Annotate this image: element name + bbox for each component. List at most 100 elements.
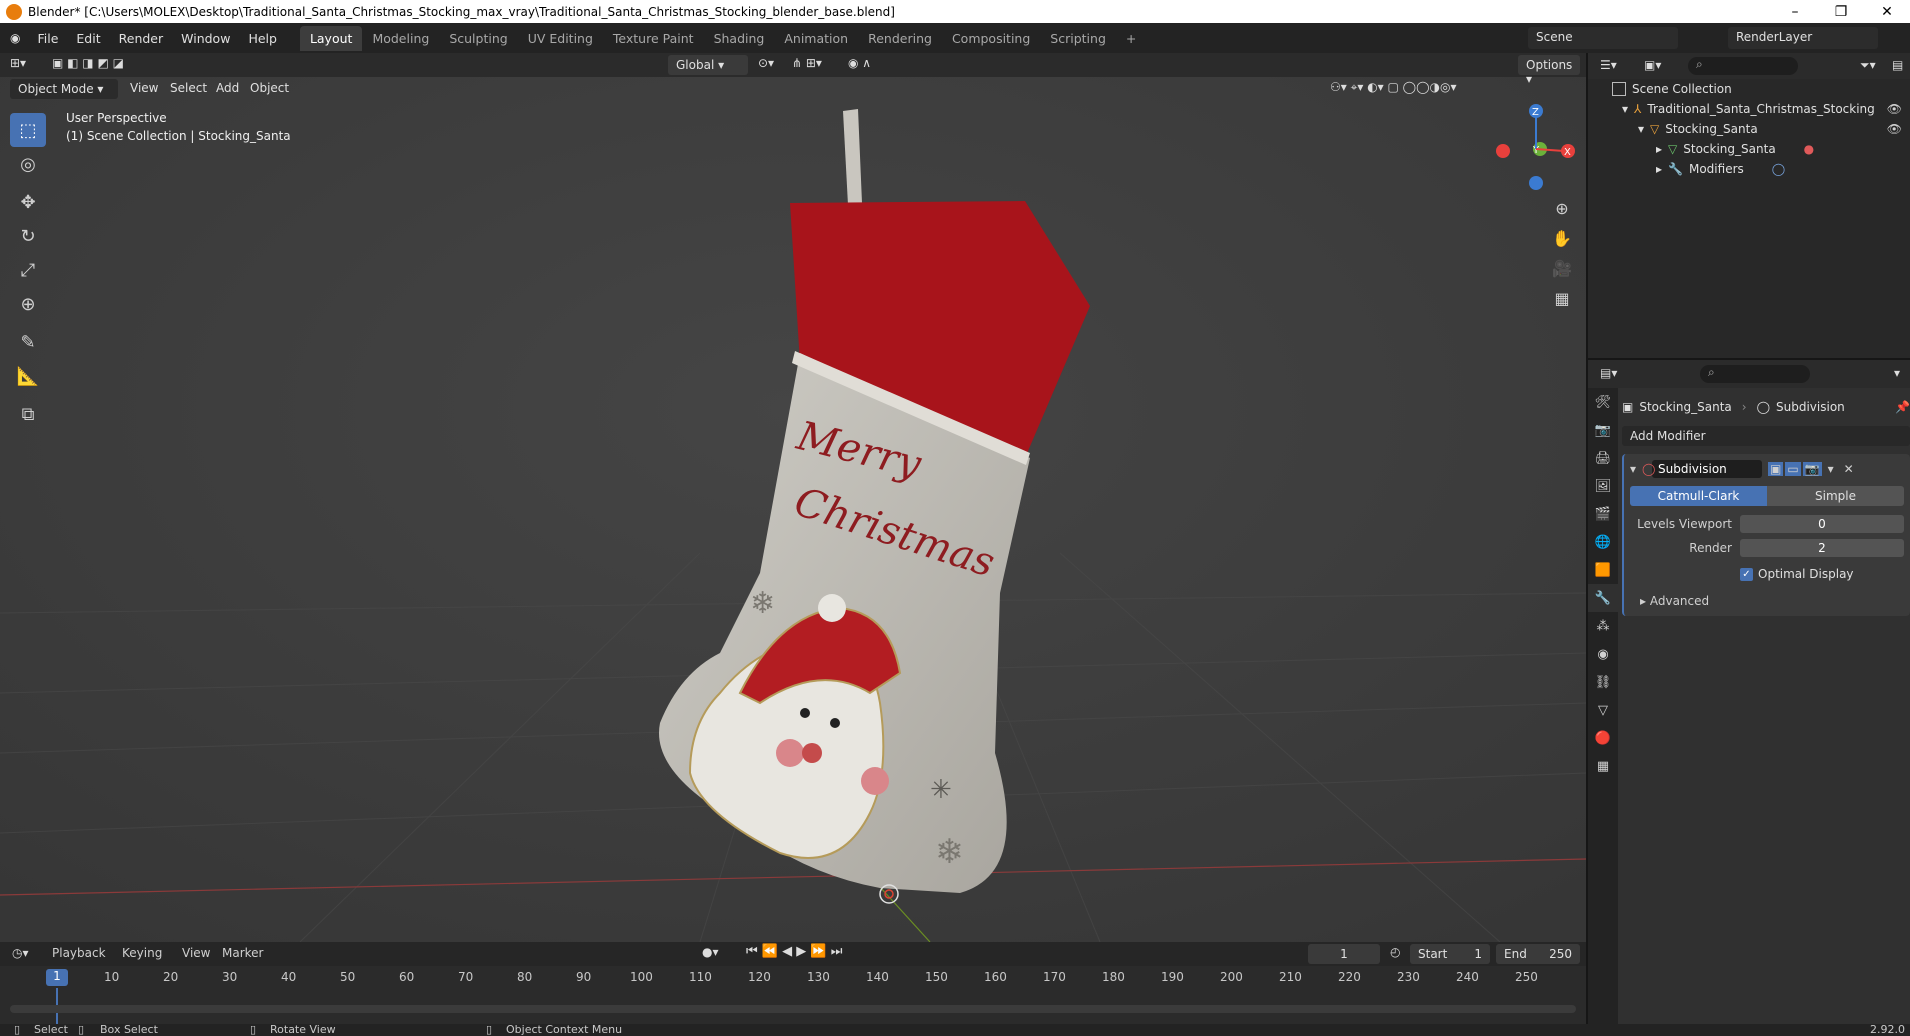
viewport-menu-select[interactable]: Select bbox=[170, 81, 207, 95]
modifier-menu-icon[interactable]: ▾ bbox=[1828, 462, 1834, 476]
menu-edit[interactable]: Edit bbox=[67, 31, 109, 46]
visibility-eye-icon[interactable]: 👁 bbox=[1887, 102, 1902, 116]
viewport-menu-add[interactable]: Add bbox=[216, 81, 239, 95]
blender-menu-icon[interactable]: ◉ bbox=[10, 31, 20, 45]
optimal-display-checkbox[interactable]: ✓ bbox=[1740, 567, 1753, 581]
properties-options-icon[interactable]: ▾ bbox=[1894, 366, 1900, 380]
new-collection-icon[interactable]: ▤ bbox=[1892, 58, 1903, 72]
properties-editor-type-icon[interactable]: ▤▾ bbox=[1600, 366, 1617, 380]
scale-tool-icon[interactable]: ⤢ bbox=[10, 253, 46, 287]
constraints-tab-icon[interactable]: ⛓ bbox=[1588, 668, 1618, 696]
view-layer-tab-icon[interactable]: 🖼 bbox=[1588, 472, 1618, 500]
minimize-icon[interactable]: – bbox=[1772, 0, 1818, 23]
particles-tab-icon[interactable]: ⁂ bbox=[1588, 612, 1618, 640]
timeline-scrollbar[interactable] bbox=[10, 1005, 1576, 1013]
expand-arrow-icon[interactable]: ▾ bbox=[1638, 122, 1644, 136]
visibility-eye-icon[interactable]: 👁 bbox=[1887, 122, 1902, 136]
outliner-search-input[interactable]: ⌕ bbox=[1688, 57, 1798, 75]
tool-tab-icon[interactable]: 🛠 bbox=[1588, 388, 1618, 416]
timeline-menu-keying[interactable]: Keying bbox=[122, 946, 162, 960]
proportional-edit-icon[interactable]: ◉ ∧ bbox=[848, 56, 871, 70]
3d-viewport[interactable]: Merry Christmas ❄ ✳ ❄ Z Y X ⊞▾ ▣ ◧ ◨ ◩ ◪… bbox=[0, 53, 1586, 942]
ortho-grid-icon[interactable]: ▦ bbox=[1548, 283, 1576, 313]
outliner-row-collection[interactable]: ▾ ⅄ Traditional_Santa_Christmas_Stocking… bbox=[1588, 99, 1910, 119]
render-levels-field[interactable]: 2 bbox=[1740, 539, 1904, 557]
edit-mode-toggle-icon[interactable]: ▣ bbox=[1768, 462, 1784, 476]
advanced-subpanel[interactable]: ▸ Advanced bbox=[1630, 594, 1904, 608]
timeline-menu-marker[interactable]: Marker bbox=[222, 946, 263, 960]
outliner-row-scene-collection[interactable]: Scene Collection bbox=[1588, 79, 1910, 99]
add-modifier-dropdown[interactable]: Add Modifier bbox=[1622, 426, 1910, 446]
properties-search-input[interactable]: ⌕ bbox=[1700, 365, 1810, 383]
pan-hand-icon[interactable]: ✋ bbox=[1548, 223, 1576, 253]
tab-scripting[interactable]: Scripting bbox=[1040, 26, 1116, 51]
tab-animation[interactable]: Animation bbox=[774, 26, 858, 51]
outliner-row-object[interactable]: ▾ ▽ Stocking_Santa 👁 bbox=[1588, 119, 1910, 139]
material-tab-icon[interactable]: 🔴 bbox=[1588, 724, 1618, 752]
simple-button[interactable]: Simple bbox=[1767, 486, 1904, 506]
options-dropdown[interactable]: Options ▾ bbox=[1518, 55, 1580, 86]
render-tab-icon[interactable]: 📷 bbox=[1588, 416, 1618, 444]
cursor-tool-icon[interactable]: ◎ bbox=[10, 147, 46, 181]
move-tool-icon[interactable]: ✥ bbox=[10, 185, 46, 219]
viewport-menu-view[interactable]: View bbox=[130, 81, 158, 95]
output-tab-icon[interactable]: 🖨 bbox=[1588, 444, 1618, 472]
restore-icon[interactable]: ❐ bbox=[1818, 0, 1864, 23]
zoom-icon[interactable]: ⊕ bbox=[1548, 193, 1576, 223]
end-frame-field[interactable]: End 250 bbox=[1496, 944, 1580, 964]
remove-modifier-icon[interactable]: ✕ bbox=[1844, 462, 1854, 476]
transform-orientation-dropdown[interactable]: Global ▾ bbox=[668, 55, 748, 75]
world-tab-icon[interactable]: 🌐 bbox=[1588, 528, 1618, 556]
render-toggle-icon[interactable]: 📷 bbox=[1802, 462, 1822, 476]
editor-type-icon[interactable]: ⊞▾ bbox=[10, 56, 26, 70]
catmull-clark-button[interactable]: Catmull-Clark bbox=[1630, 486, 1767, 506]
menu-help[interactable]: Help bbox=[239, 31, 286, 46]
outliner-row-mesh[interactable]: ▸ ▽ Stocking_Santa ● bbox=[1588, 139, 1910, 159]
tab-sculpting[interactable]: Sculpting bbox=[439, 26, 517, 51]
start-frame-field[interactable]: Start 1 bbox=[1410, 944, 1490, 964]
select-box-tool-icon[interactable]: ⬚ bbox=[10, 113, 46, 147]
tab-uv-editing[interactable]: UV Editing bbox=[518, 26, 603, 51]
expand-arrow-icon[interactable]: ▸ bbox=[1656, 142, 1662, 156]
snap-icon[interactable]: ⋔ ⊞▾ bbox=[792, 56, 822, 70]
renderlayer-selector[interactable]: RenderLayer bbox=[1728, 27, 1878, 49]
annotate-tool-icon[interactable]: ✎ bbox=[10, 325, 46, 359]
select-mode-icons[interactable]: ▣ ◧ ◨ ◩ ◪ bbox=[52, 56, 124, 70]
pivot-icon[interactable]: ⊙▾ bbox=[758, 56, 774, 70]
menu-window[interactable]: Window bbox=[172, 31, 239, 46]
rotate-tool-icon[interactable]: ↻ bbox=[10, 219, 46, 253]
menu-render[interactable]: Render bbox=[110, 31, 173, 46]
record-icon[interactable]: ●▾ bbox=[702, 945, 719, 959]
viewport-menu-object[interactable]: Object bbox=[250, 81, 289, 95]
expand-arrow-icon[interactable]: ▸ bbox=[1656, 162, 1662, 176]
current-frame-field[interactable]: 1 bbox=[1308, 944, 1380, 964]
texture-tab-icon[interactable]: ▦ bbox=[1588, 752, 1618, 780]
viewport-visibility-icons[interactable]: ⚇▾ ⌖▾ ◐▾ ▢ ◯◯◑◎▾ bbox=[1330, 80, 1456, 95]
levels-viewport-field[interactable]: 0 bbox=[1740, 515, 1904, 533]
transform-tool-icon[interactable]: ⊕ bbox=[10, 287, 46, 321]
camera-view-icon[interactable]: 🎥 bbox=[1548, 253, 1576, 283]
scene-selector[interactable]: Scene bbox=[1528, 27, 1678, 49]
viewport-toggle-icon[interactable]: ▭ bbox=[1785, 462, 1801, 476]
tab-layout[interactable]: Layout bbox=[299, 25, 363, 51]
modifier-tab-icon[interactable]: 🔧 bbox=[1588, 584, 1618, 612]
outliner-row-modifiers[interactable]: ▸ 🔧 Modifiers ◯ bbox=[1588, 159, 1910, 179]
modifier-name-field[interactable]: Subdivision bbox=[1652, 460, 1762, 478]
timeline-ruler[interactable]: 10 20 30 40 50 60 70 80 90 100 110 120 1… bbox=[0, 966, 1586, 1026]
tab-shading[interactable]: Shading bbox=[704, 26, 775, 51]
timeline-menu-view[interactable]: View bbox=[182, 946, 210, 960]
object-data-tab-icon[interactable]: ▽ bbox=[1588, 696, 1618, 724]
tab-texture-paint[interactable]: Texture Paint bbox=[603, 26, 704, 51]
mode-dropdown[interactable]: Object Mode ▾ bbox=[10, 79, 118, 99]
preview-range-icon[interactable]: ◴ bbox=[1390, 945, 1400, 959]
object-tab-icon[interactable]: 🟧 bbox=[1588, 556, 1618, 584]
add-cube-tool-icon[interactable]: ⧉ bbox=[10, 397, 46, 431]
expand-arrow-icon[interactable]: ▾ bbox=[1622, 102, 1628, 116]
tab-rendering[interactable]: Rendering bbox=[858, 26, 942, 51]
filter-icon[interactable]: ⏷▾ bbox=[1860, 58, 1876, 73]
pin-icon[interactable]: 📌 bbox=[1895, 400, 1910, 414]
tab-modeling[interactable]: Modeling bbox=[362, 26, 439, 51]
display-mode-icon[interactable]: ▣▾ bbox=[1644, 58, 1661, 72]
playback-controls-icons[interactable]: ⏮ ⏪ ◀ ▶ ⏩ ⏭ bbox=[746, 944, 842, 959]
timeline-menu-playback[interactable]: Playback bbox=[52, 946, 106, 960]
